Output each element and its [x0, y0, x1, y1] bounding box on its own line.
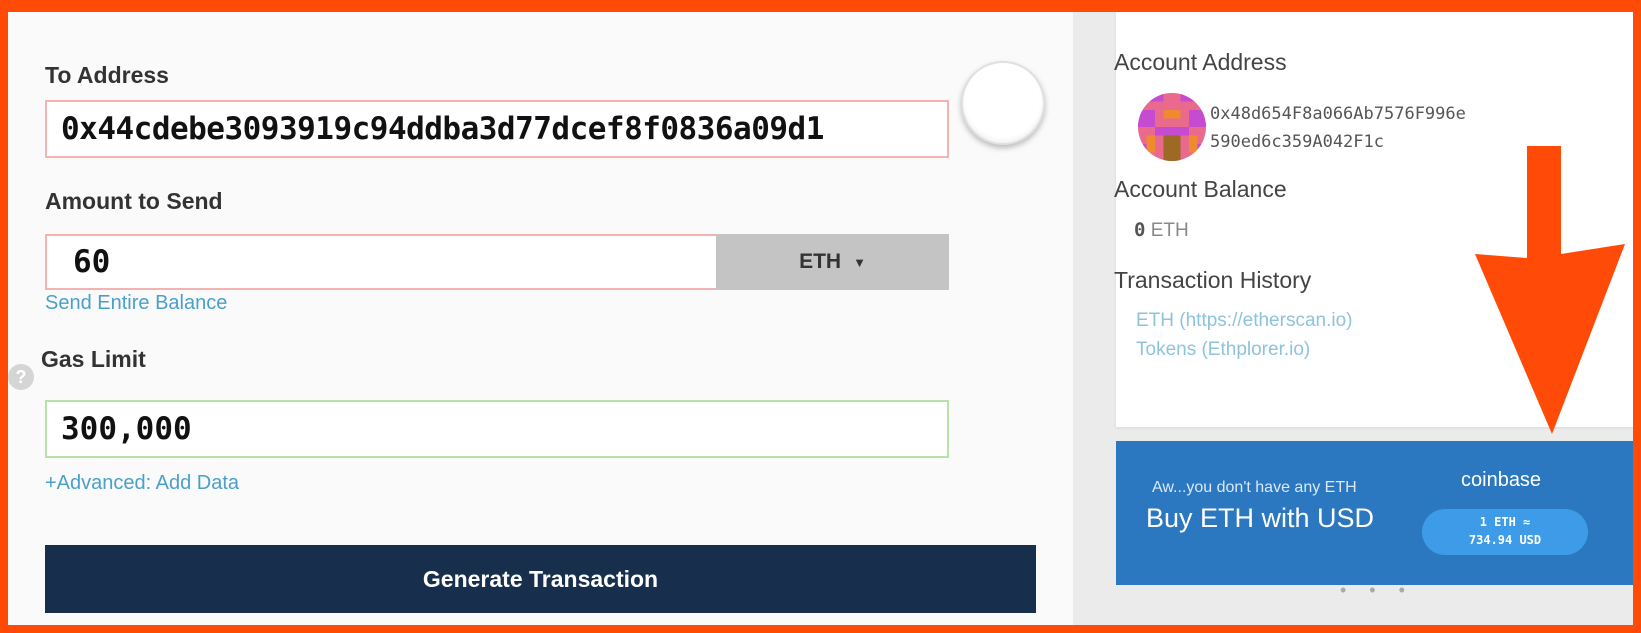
caret-down-icon: ▼ — [853, 254, 866, 270]
ethplorer-link[interactable]: Tokens (Ethplorer.io) — [1136, 339, 1310, 361]
send-entire-balance-link[interactable]: Send Entire Balance — [45, 292, 227, 315]
account-identicon — [1138, 93, 1206, 161]
etherscan-link[interactable]: ETH (https://etherscan.io) — [1136, 310, 1352, 332]
coinbase-note: Aw...you don't have any ETH — [1152, 479, 1357, 496]
amount-value: 60 — [73, 244, 111, 280]
gas-limit-input[interactable]: 300,000 — [45, 400, 949, 458]
red-arrow-icon — [1475, 146, 1625, 434]
send-form-panel: To Address 0x44cdebe3093919c94ddba3d77dc… — [8, 12, 1073, 625]
account-address-line1: 0x48d654F8a066Ab7576F996e — [1210, 104, 1466, 124]
screenshot-frame: To Address 0x44cdebe3093919c94ddba3d77dc… — [0, 0, 1641, 633]
account-balance-value: 0 ETH — [1134, 219, 1189, 242]
account-balance-heading: Account Balance — [1114, 176, 1287, 202]
coinbase-title: Buy ETH with USD — [1146, 503, 1375, 533]
transaction-history-heading: Transaction History — [1114, 267, 1312, 293]
amount-input[interactable]: 60 — [45, 234, 716, 290]
gas-limit-label: Gas Limit — [41, 346, 146, 372]
help-icon[interactable]: ? — [8, 364, 34, 390]
rate-line2: 734.94 USD — [1468, 533, 1542, 547]
advanced-add-data-link[interactable]: +Advanced: Add Data — [45, 472, 239, 495]
rate-line1: 1 ETH ≈ — [1479, 515, 1531, 529]
carousel-dots[interactable]: • • • — [1340, 580, 1414, 601]
coinbase-logo: coinbase — [1461, 469, 1542, 491]
to-address-value: 0x44cdebe3093919c94ddba3d77dcef8f0836a09… — [61, 111, 824, 147]
balance-amount: 0 — [1134, 219, 1146, 241]
account-address-line2: 590ed6c359A042F1c — [1210, 132, 1384, 152]
identicon-pattern-icon — [1138, 93, 1206, 161]
balance-unit: ETH — [1150, 220, 1189, 241]
to-address-label: To Address — [45, 62, 169, 88]
to-address-input[interactable]: 0x44cdebe3093919c94ddba3d77dcef8f0836a09… — [45, 100, 949, 158]
currency-dropdown[interactable]: ETH ▼ — [716, 234, 949, 290]
amount-label: Amount to Send — [45, 188, 223, 214]
coinbase-rate-badge: 1 ETH ≈ 734.94 USD — [1422, 509, 1588, 555]
account-address-heading: Account Address — [1114, 49, 1287, 75]
generate-transaction-button[interactable]: Generate Transaction — [45, 545, 1036, 613]
recipient-identicon — [961, 61, 1045, 145]
coinbase-buy-banner[interactable]: Aw...you don't have any ETH Buy ETH with… — [1116, 441, 1633, 585]
gas-limit-value: 300,000 — [61, 411, 192, 447]
currency-label: ETH — [799, 250, 842, 273]
